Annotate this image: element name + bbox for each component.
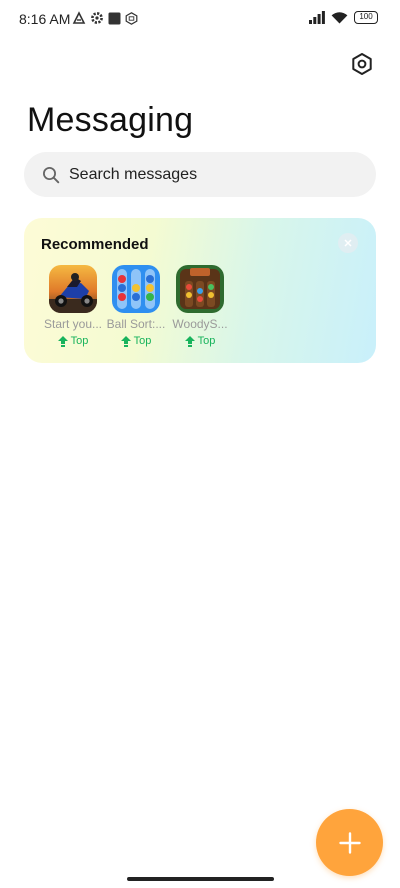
- app-name: WoodyS...: [172, 317, 228, 331]
- settings-hexagon-icon: [352, 53, 372, 75]
- square-icon: [108, 12, 121, 24]
- app-item-woody-sort[interactable]: WoodyS... Top: [169, 265, 231, 347]
- settings-button[interactable]: [348, 50, 376, 78]
- status-left-icons: [72, 11, 138, 25]
- arrow-up-icon: [57, 335, 68, 347]
- signal-icon: [309, 11, 325, 24]
- status-time: 8:16 AM: [19, 11, 71, 27]
- page-title: Messaging: [27, 101, 194, 139]
- recommended-card: Recommended Start you... Top Ball Sort:.…: [24, 218, 376, 363]
- battery-icon: 100: [354, 11, 378, 24]
- search-bar[interactable]: [24, 152, 376, 197]
- badge-label: Top: [133, 335, 152, 347]
- top-badge: Top: [105, 335, 167, 347]
- recommended-title: Recommended: [41, 236, 149, 253]
- search-icon: [42, 166, 60, 184]
- notification-icon: [72, 11, 86, 24]
- woody-sort-icon: [176, 265, 224, 313]
- app-name: Start you...: [43, 317, 103, 331]
- app-item-motorcycle-game[interactable]: Start you... Top: [42, 265, 104, 347]
- home-indicator[interactable]: [127, 877, 274, 881]
- wifi-icon: [331, 12, 348, 24]
- top-badge: Top: [42, 335, 104, 347]
- gear-icon: [91, 12, 103, 24]
- status-right-icons: 100: [309, 11, 378, 24]
- app-item-ball-sort[interactable]: Ball Sort:... Top: [105, 265, 167, 347]
- close-icon: [344, 239, 352, 247]
- arrow-up-icon: [120, 335, 131, 347]
- badge-label: Top: [70, 335, 89, 347]
- plus-icon: [338, 831, 361, 854]
- ball-sort-icon: [112, 265, 160, 313]
- top-badge: Top: [169, 335, 231, 347]
- badge-label: Top: [197, 335, 216, 347]
- motorcycle-game-icon: [49, 265, 97, 313]
- search-input[interactable]: [69, 165, 339, 184]
- app-icon: [125, 11, 138, 25]
- arrow-up-icon: [184, 335, 195, 347]
- status-bar: 8:16 AM 100: [0, 0, 400, 38]
- new-message-button[interactable]: [316, 809, 383, 876]
- app-name: Ball Sort:...: [106, 317, 166, 331]
- close-recommended-button[interactable]: [338, 233, 358, 253]
